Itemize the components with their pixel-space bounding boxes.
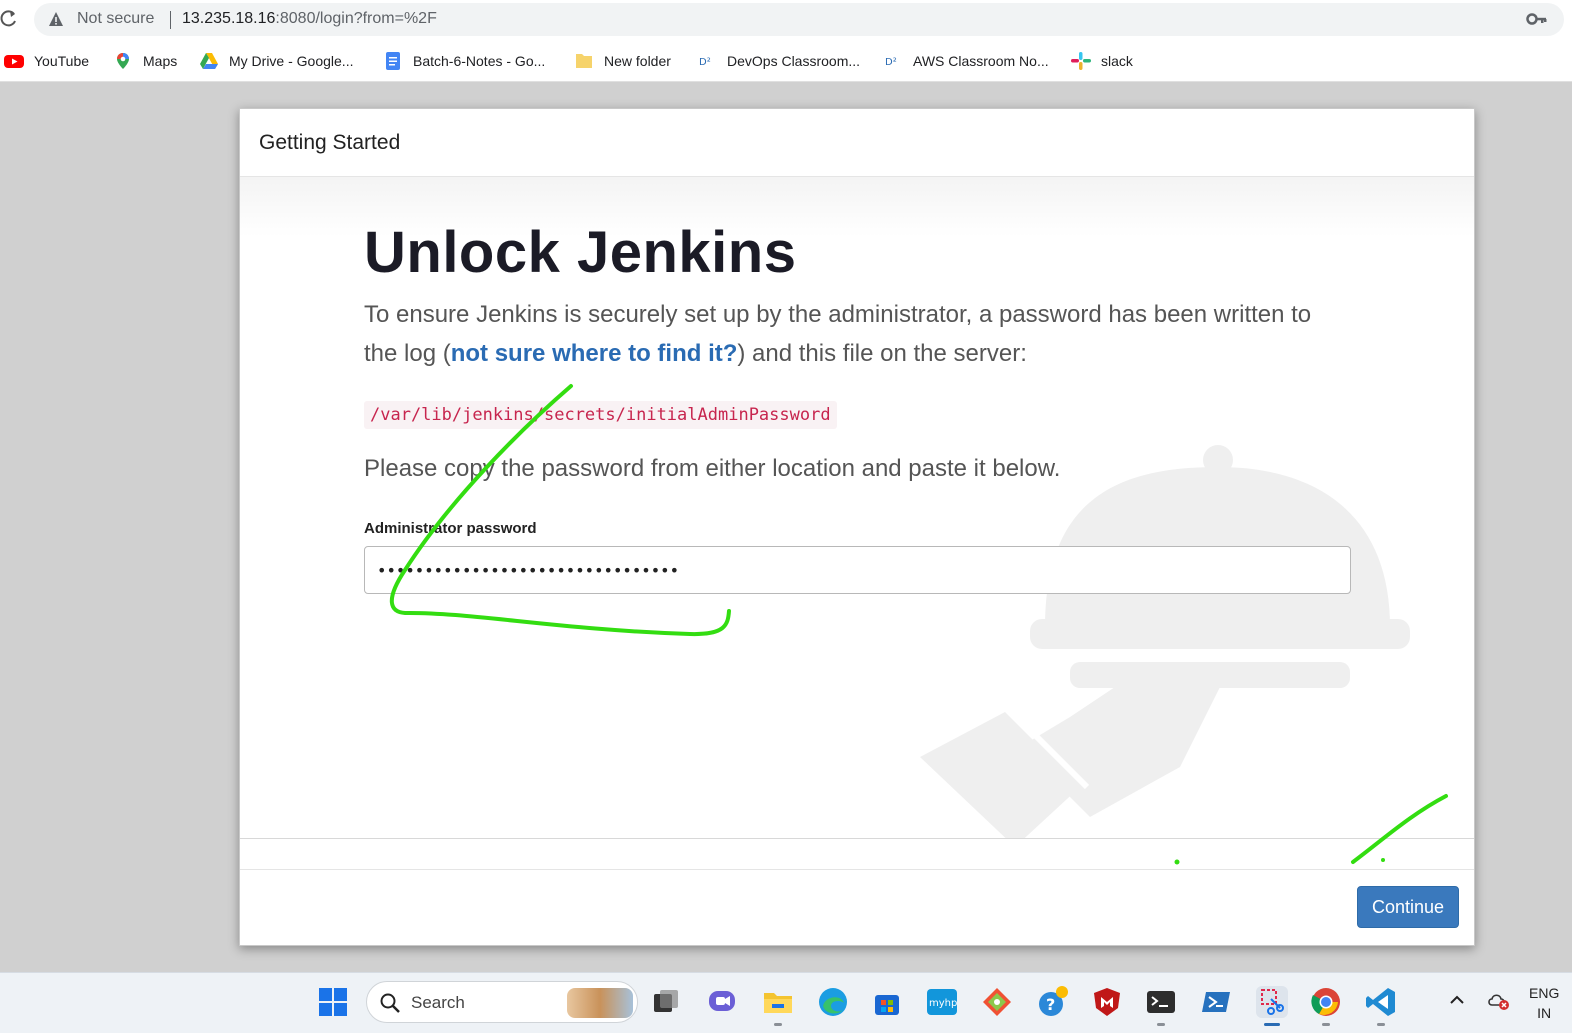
windows-start-icon[interactable] [317, 986, 349, 1018]
language-code: ENG [1529, 985, 1560, 1001]
teams-chat-icon[interactable] [706, 986, 738, 1018]
setup-wizard-dialog: Getting Started Unlock Jenkins To ensure… [239, 108, 1475, 946]
bookmark-label: New folder [604, 53, 671, 69]
google-drive-icon [199, 52, 219, 70]
git-icon[interactable] [981, 986, 1013, 1018]
bookmark-label: My Drive - Google... [229, 53, 354, 69]
address-bar[interactable]: Not secure 13.235.18.16:8080/login?from=… [34, 3, 1564, 36]
url-path: :8080/login?from=%2F [275, 10, 437, 27]
snipping-tool-icon[interactable] [1256, 986, 1288, 1018]
svg-text:D²: D² [885, 57, 897, 68]
taskbar-search[interactable]: Search [366, 981, 638, 1023]
svg-text:D²: D² [699, 57, 711, 68]
running-indicator [1322, 1023, 1330, 1026]
region-code: IN [1537, 1005, 1552, 1021]
continue-button[interactable]: Continue [1357, 886, 1459, 928]
svg-text:myhp: myhp [929, 998, 957, 1009]
site-icon: D² [883, 52, 903, 70]
running-indicator [774, 1023, 782, 1026]
bookmark-label: Batch-6-Notes - Go... [413, 53, 546, 69]
password-label: Administrator password [364, 520, 537, 537]
chrome-icon[interactable] [1310, 986, 1342, 1018]
url-host: 13.235.18.16 [182, 10, 276, 27]
maps-icon [113, 52, 133, 70]
bookmarks-bar: YouTube Maps My Drive - Google... Batch-… [0, 40, 1572, 82]
dialog-title: Getting Started [259, 131, 401, 154]
url-text[interactable]: 13.235.18.16:8080/login?from=%2F [182, 10, 437, 28]
google-docs-icon [383, 52, 403, 70]
administrator-password-input[interactable] [364, 546, 1351, 594]
powershell-icon[interactable] [1200, 986, 1232, 1018]
bookmark-my-drive[interactable]: My Drive - Google... [199, 50, 353, 72]
folder-icon [574, 52, 594, 70]
bookmark-aws-classroom[interactable]: D² AWS Classroom No... [883, 50, 1049, 72]
vscode-icon[interactable] [1365, 986, 1397, 1018]
find-password-help-link[interactable]: not sure where to find it? [451, 340, 738, 367]
bookmark-label: Maps [143, 53, 178, 69]
slack-icon [1071, 52, 1091, 70]
svg-text:?: ? [1046, 995, 1055, 1014]
edge-browser-icon[interactable] [817, 986, 849, 1018]
security-status[interactable]: Not secure [77, 10, 154, 28]
bookmark-slack[interactable]: slack [1071, 50, 1133, 72]
taskbar: Search myhp ? ENG IN [0, 972, 1572, 1033]
bookmark-youtube[interactable]: YouTube [4, 50, 89, 72]
warning-icon[interactable] [48, 11, 64, 27]
search-placeholder: Search [411, 993, 465, 1012]
youtube-icon [4, 52, 24, 70]
bookmark-label: slack [1101, 53, 1133, 69]
intro-part-2: ) and this file on the server: [737, 340, 1027, 367]
intro-text: To ensure Jenkins is securely set up by … [364, 295, 1344, 373]
task-view-icon[interactable] [650, 986, 682, 1018]
dialog-body: Unlock Jenkins To ensure Jenkins is secu… [240, 177, 1474, 838]
divider [240, 869, 1474, 870]
bookmark-devops-classroom[interactable]: D² DevOps Classroom... [697, 50, 860, 72]
help-icon[interactable]: ? [1036, 986, 1068, 1018]
browser-toolbar: Not secure 13.235.18.16:8080/login?from=… [0, 0, 1572, 40]
mcafee-icon[interactable] [1091, 986, 1123, 1018]
input-language-indicator[interactable]: ENG IN [1529, 983, 1559, 1023]
microsoft-store-icon[interactable] [871, 986, 903, 1018]
running-indicator [1377, 1023, 1385, 1026]
page-heading: Unlock Jenkins [364, 220, 797, 285]
instruction-text: Please copy the password from either loc… [364, 455, 1061, 482]
password-key-icon[interactable] [1526, 10, 1548, 28]
divider [240, 838, 1474, 839]
search-highlight-image [567, 988, 633, 1018]
running-indicator [1157, 1023, 1165, 1026]
chevron-up-icon[interactable] [1448, 991, 1466, 1009]
terminal-icon[interactable] [1145, 986, 1177, 1018]
bookmark-maps[interactable]: Maps [113, 50, 177, 72]
site-icon: D² [697, 52, 717, 70]
bookmark-label: AWS Classroom No... [913, 53, 1049, 69]
active-indicator [1264, 1023, 1280, 1026]
search-icon [379, 992, 401, 1014]
reload-icon[interactable] [0, 9, 18, 29]
file-explorer-icon[interactable] [762, 986, 794, 1018]
myhp-icon[interactable]: myhp [926, 986, 958, 1018]
bookmark-label: DevOps Classroom... [727, 53, 861, 69]
dialog-header: Getting Started [240, 109, 1474, 177]
divider [170, 11, 171, 29]
password-file-path: /var/lib/jenkins/secrets/initialAdminPas… [364, 401, 837, 429]
bookmark-batch-notes[interactable]: Batch-6-Notes - Go... [383, 50, 545, 72]
onedrive-error-icon[interactable] [1487, 991, 1511, 1011]
bookmark-new-folder[interactable]: New folder [574, 50, 671, 72]
bookmark-label: YouTube [34, 53, 90, 69]
